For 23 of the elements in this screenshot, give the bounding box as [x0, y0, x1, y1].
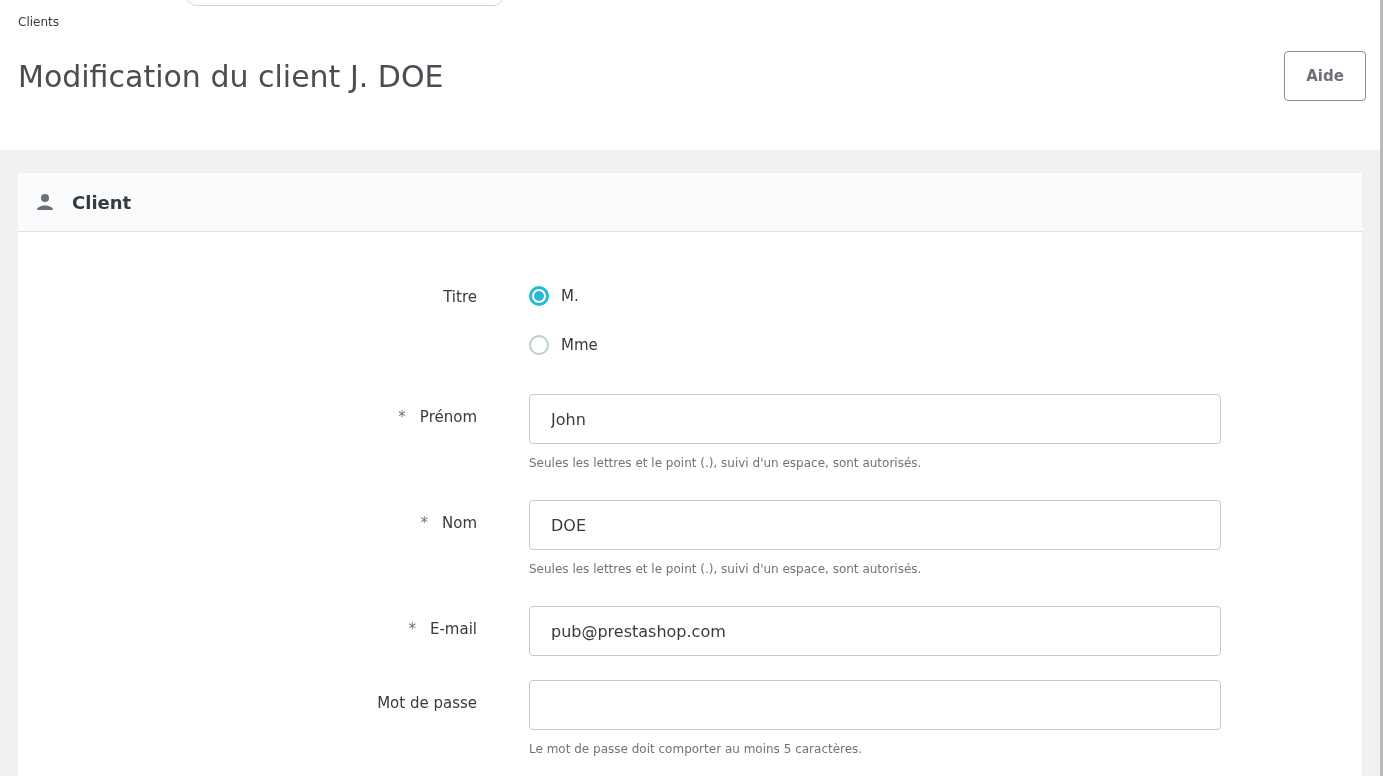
user-icon: [36, 193, 54, 211]
page-title: Modification du client J. DOE: [18, 58, 444, 94]
panel-title: Client: [72, 191, 132, 213]
text-field[interactable]: John: [529, 394, 1221, 444]
help-text: Le mot de passe doit comporter au moins 5 caractères.: [529, 742, 864, 758]
required-mark: *: [420, 514, 428, 532]
help-text: Seules les lettres et le point (.), suivi d'un espace, sont autorisés.: [529, 562, 923, 578]
radio-option[interactable]: Mme: [529, 331, 598, 358]
required-mark: *: [398, 408, 406, 426]
radio-option[interactable]: M.: [529, 282, 598, 309]
text-field[interactable]: pub@prestashop.com: [529, 606, 1221, 656]
field-label: Titre: [443, 288, 477, 306]
help-text: Seules les lettres et le point (.), suivi d'un espace, sont autorisés.: [529, 456, 923, 472]
field-label: Nom: [442, 514, 477, 532]
help-button[interactable]: Aide: [1284, 51, 1366, 101]
field-label: Mot de passe: [377, 694, 477, 712]
radio-icon[interactable]: [529, 334, 549, 355]
text-field[interactable]: DOE: [529, 500, 1221, 550]
field-label: E-mail: [429, 620, 477, 638]
required-mark: *: [408, 620, 416, 638]
radio-icon[interactable]: [529, 285, 549, 306]
field-label: Prénom: [419, 408, 477, 426]
breadcrumb-link[interactable]: Clients: [18, 0, 1362, 29]
